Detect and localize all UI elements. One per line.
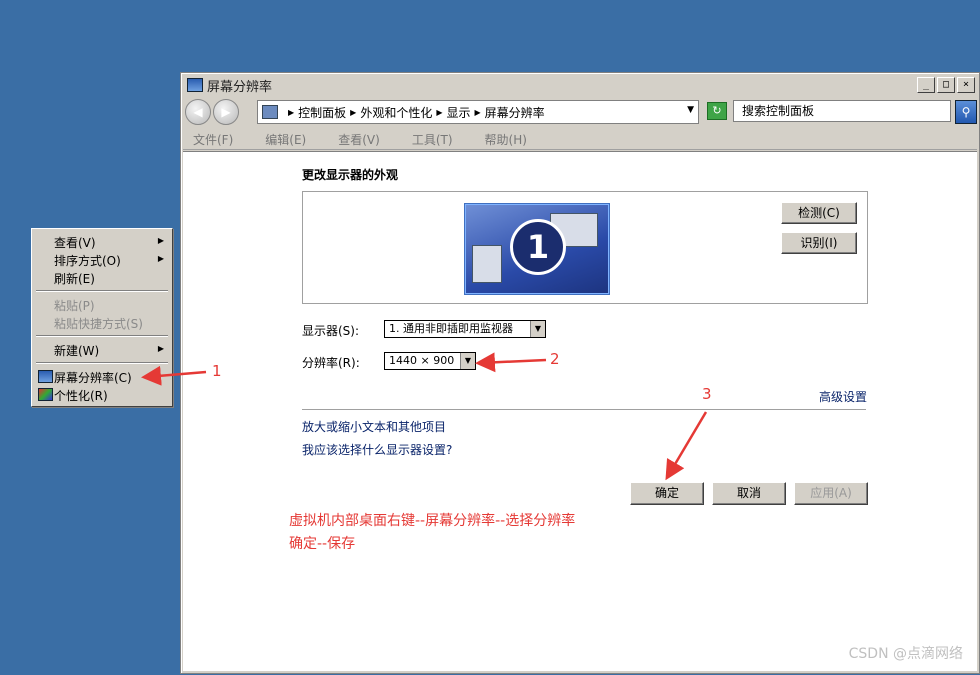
annotation-arrow-2 — [475, 352, 547, 373]
annotation-arrows — [141, 352, 708, 481]
annotation-number-1: 1 — [212, 362, 222, 380]
annotation-arrow-1 — [141, 365, 207, 386]
annotation-arrow-3 — [665, 411, 708, 481]
annotation-number-3: 3 — [702, 385, 712, 403]
annotation-number-2: 2 — [550, 350, 560, 368]
